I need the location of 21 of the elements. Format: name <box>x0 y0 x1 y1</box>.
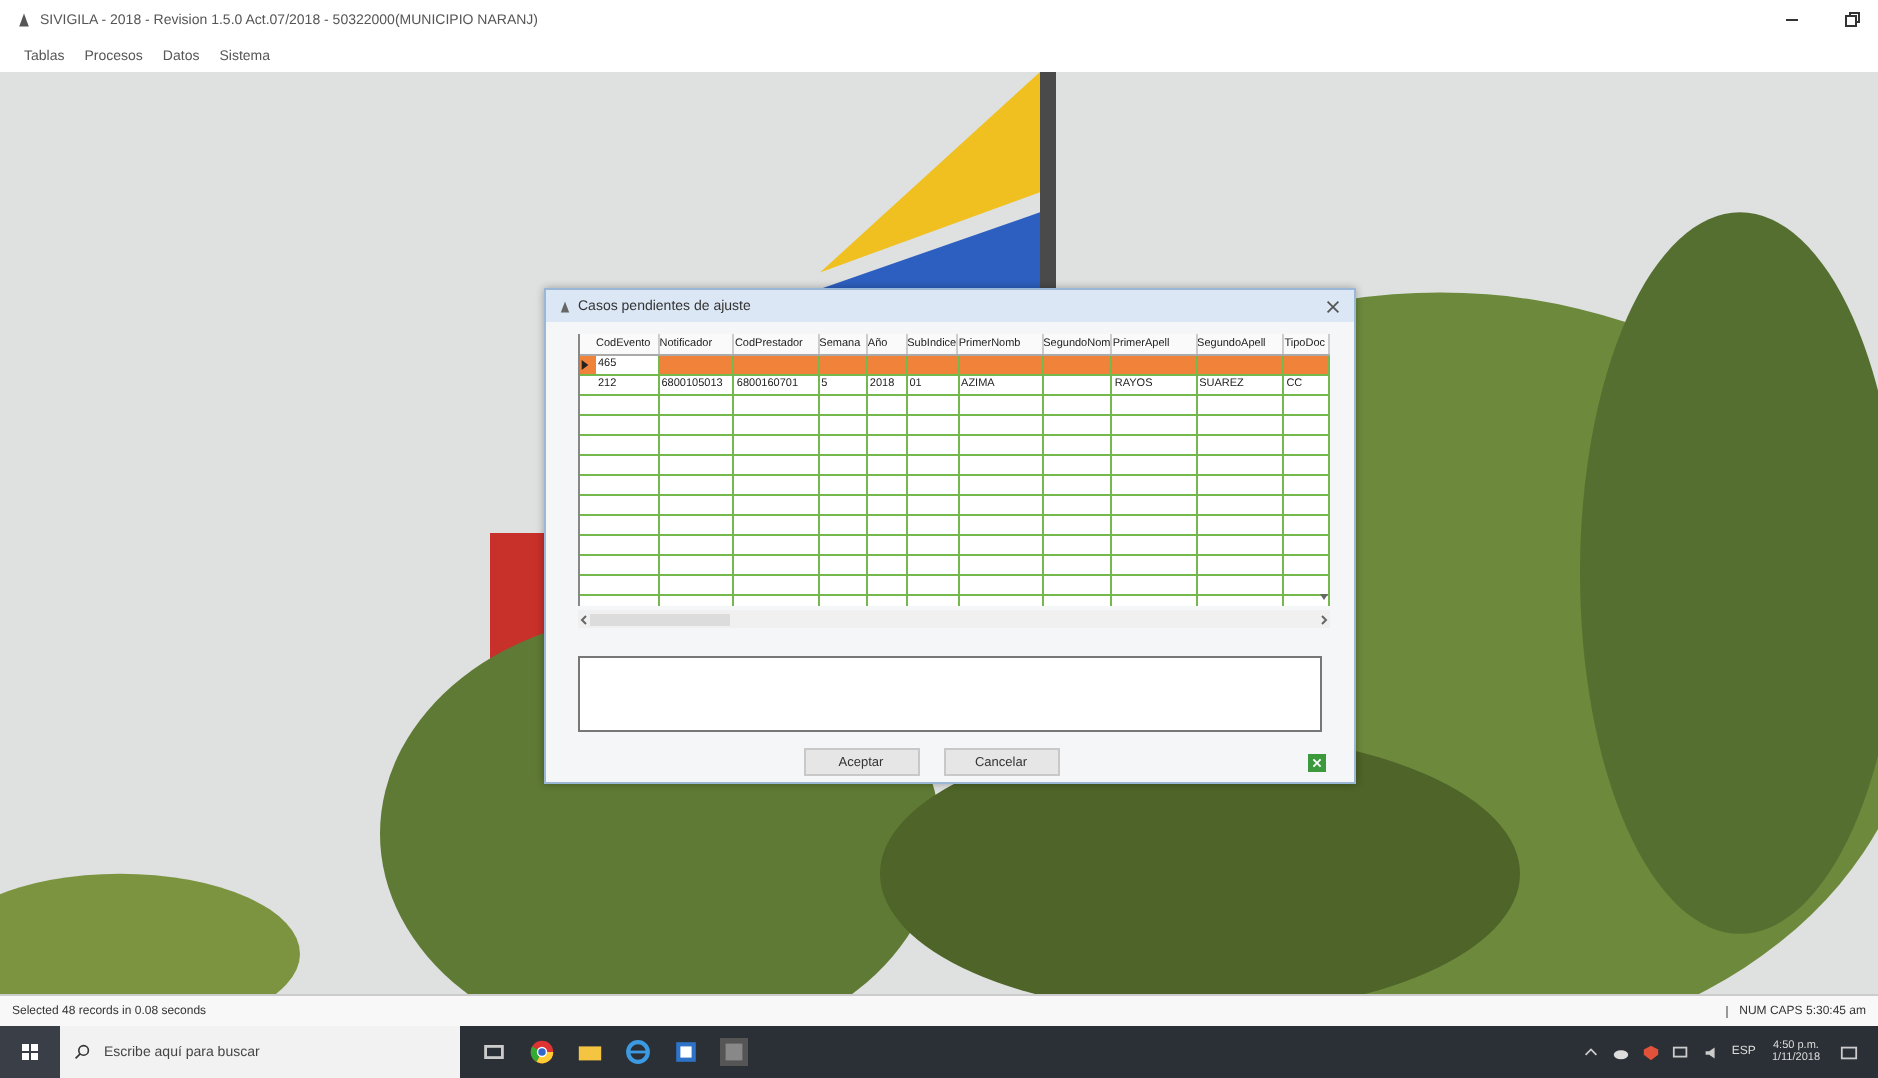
app-icon <box>16 12 32 28</box>
notifications-icon[interactable] <box>1840 1043 1858 1061</box>
scroll-down-icon[interactable] <box>1318 590 1330 602</box>
browser-icon[interactable] <box>528 1038 556 1066</box>
search-icon <box>74 1044 90 1060</box>
row-pointer-icon <box>580 360 590 370</box>
speaker-icon[interactable] <box>1701 1043 1720 1061</box>
horizontal-scrollbar[interactable] <box>578 610 1330 628</box>
chevron-up-icon[interactable] <box>1581 1043 1600 1061</box>
e-browser-icon[interactable] <box>624 1038 652 1066</box>
app-window-icon[interactable] <box>672 1038 700 1066</box>
restore-icon[interactable] <box>1842 10 1862 30</box>
scroll-right-icon[interactable] <box>1318 613 1330 625</box>
close-icon[interactable] <box>1324 297 1342 315</box>
text-area[interactable] <box>578 656 1322 732</box>
excel-icon[interactable] <box>1308 753 1326 771</box>
dialog-icon <box>558 299 572 313</box>
scroll-left-icon[interactable] <box>578 613 590 625</box>
start-icon[interactable] <box>0 1026 60 1078</box>
network-icon[interactable] <box>1671 1043 1690 1061</box>
shield-icon[interactable] <box>1641 1043 1660 1061</box>
